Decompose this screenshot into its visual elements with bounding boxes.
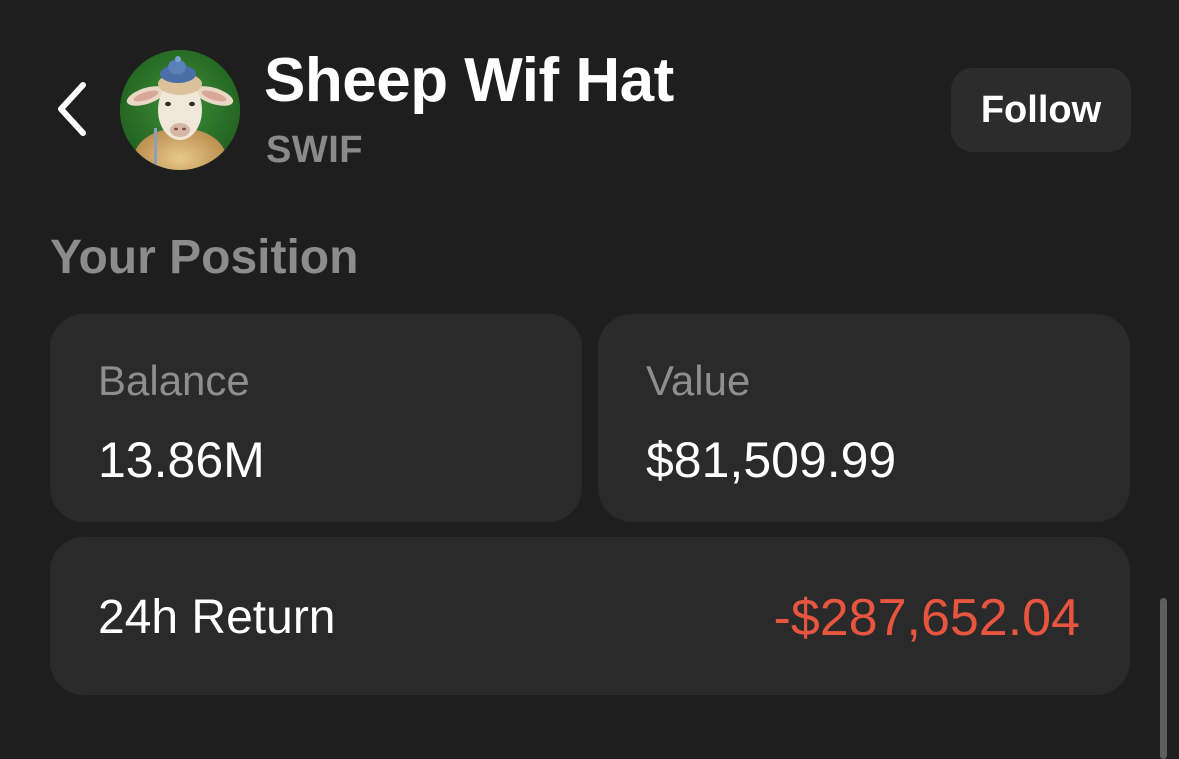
section-title-your-position: Your Position: [50, 231, 359, 284]
scrollbar[interactable]: [1160, 598, 1167, 759]
follow-button[interactable]: Follow: [951, 68, 1131, 152]
return-24h-value: -$287,652.04: [773, 589, 1081, 647]
value-card: Value $81,509.99: [598, 314, 1130, 522]
chevron-left-icon: [58, 82, 86, 136]
back-button[interactable]: [44, 76, 100, 142]
token-name: Sheep Wif Hat: [264, 46, 674, 115]
return-24h-label: 24h Return: [98, 591, 336, 644]
balance-card: Balance 13.86M: [50, 314, 582, 522]
token-symbol: SWIF: [266, 129, 363, 171]
balance-value: 13.86M: [98, 432, 265, 488]
value-amount: $81,509.99: [646, 432, 897, 488]
balance-label: Balance: [98, 357, 250, 404]
sheep-avatar-image: [120, 50, 240, 170]
return-24h-card: 24h Return -$287,652.04: [50, 537, 1130, 695]
value-label: Value: [646, 357, 751, 404]
token-avatar: [120, 50, 240, 170]
